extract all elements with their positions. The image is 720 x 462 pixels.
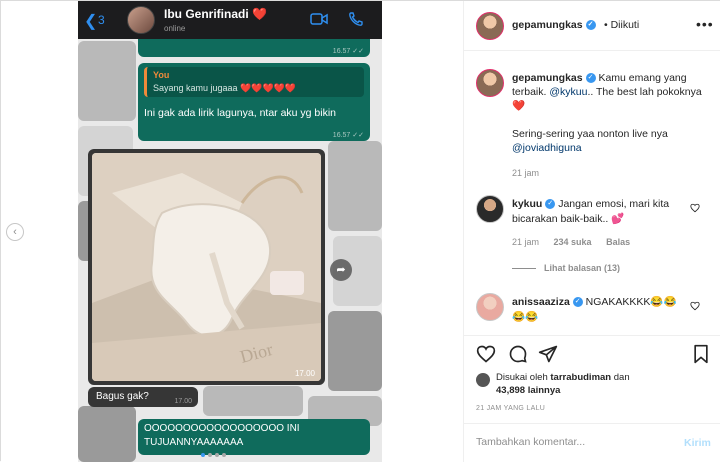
author-avatar[interactable] — [476, 12, 504, 40]
chat-message-reply: You Sayang kamu jugaaa ❤️❤️❤️❤️❤️ Ini ga… — [138, 63, 370, 141]
post-media-area: ‹ ❮ 3 Ibu Genrifinadi ❤️ online 16.57 ✓✓… — [1, 1, 463, 462]
comment-input[interactable] — [476, 436, 656, 448]
commenter-avatar[interactable] — [476, 293, 504, 321]
carousel-indicator — [201, 449, 229, 460]
like-heart-icon[interactable] — [476, 344, 496, 364]
verified-badge-icon: ✓ — [585, 20, 596, 31]
commenter-avatar[interactable] — [476, 195, 504, 223]
chat-message-in: Bagus gak? 17.00 — [88, 387, 198, 407]
comment-time: 21 jam — [512, 237, 540, 247]
add-comment-form: Kirim — [464, 423, 720, 462]
caption-author-avatar[interactable] — [476, 69, 504, 97]
verified-badge-icon: ✓ — [545, 199, 556, 210]
heart-emoji: ❤️ — [252, 7, 267, 21]
phone-call-icon[interactable] — [348, 11, 364, 27]
save-bookmark-icon[interactable] — [692, 344, 710, 364]
caption-text: gepamungkas ✓ Kamu emang yang terbaik. @… — [512, 72, 702, 154]
comment-meta: 21 jam 234 suka Balas — [512, 237, 642, 247]
verified-badge-icon: ✓ — [585, 73, 596, 84]
commenter-username[interactable]: anissaaziza — [512, 296, 570, 308]
comment-like-icon[interactable] — [690, 301, 700, 311]
post-date[interactable]: 21 JAM YANG LALU — [476, 405, 545, 412]
whatsapp-screenshot: ❮ 3 Ibu Genrifinadi ❤️ online 16.57 ✓✓ Y… — [78, 1, 382, 462]
author-username[interactable]: gepamungkas ✓ — [512, 19, 596, 31]
carousel-dot[interactable] — [222, 453, 226, 457]
carousel-dot[interactable] — [215, 453, 219, 457]
chat-message-out-last: OOOOOOOOOOOOOOOOOO INI TUJUANNYAAAAAAA — [138, 419, 370, 455]
mention-link[interactable]: @kykuu — [549, 86, 587, 98]
photo-message[interactable]: Dior 17.00 — [88, 149, 325, 385]
action-bar — [464, 335, 720, 371]
chat-header: ❮ 3 Ibu Genrifinadi ❤️ online — [78, 1, 382, 39]
unread-count: 3 — [98, 13, 105, 27]
contact-status: online — [164, 24, 186, 33]
carousel-dot[interactable] — [201, 453, 205, 457]
video-call-icon[interactable] — [310, 12, 328, 26]
liker-username[interactable]: tarrabudiman — [550, 372, 611, 383]
instagram-post-modal: ‹ ❮ 3 Ibu Genrifinadi ❤️ online 16.57 ✓✓… — [0, 0, 720, 462]
share-send-icon[interactable] — [538, 344, 558, 364]
verified-badge-icon: ✓ — [572, 297, 583, 308]
chat-message-out: 16.57 ✓✓ — [138, 39, 370, 57]
message-text: Ini gak ada lirik lagunya, ntar aku yg b… — [144, 107, 337, 119]
bag-photo[interactable]: Dior 17.00 — [92, 153, 321, 381]
post-details-panel: gepamungkas ✓ • Diikuti ••• gepamungkas … — [463, 1, 720, 462]
contact-name[interactable]: Ibu Genrifinadi ❤️ — [164, 7, 267, 21]
quoted-message[interactable]: You Sayang kamu jugaaa ❤️❤️❤️❤️❤️ — [144, 67, 364, 97]
back-chevron-icon[interactable]: ❮ — [84, 11, 97, 31]
comment-likes[interactable]: 234 suka — [554, 237, 592, 247]
carousel-dot[interactable] — [208, 453, 212, 457]
saddle-bag-image: Dior — [92, 153, 321, 381]
liker-avatar[interactable] — [476, 373, 490, 387]
post-header: gepamungkas ✓ • Diikuti ••• — [464, 1, 720, 51]
follow-status[interactable]: • Diikuti — [604, 19, 639, 31]
more-options-icon[interactable]: ••• — [696, 16, 714, 32]
previous-arrow-icon[interactable]: ‹ — [6, 223, 24, 241]
photo-time: 17.00 — [294, 369, 315, 378]
caption-username[interactable]: gepamungkas — [512, 72, 583, 84]
mention-link[interactable]: @joviadhiguna — [512, 142, 582, 154]
forward-icon[interactable]: ➦ — [330, 259, 352, 281]
reply-button[interactable]: Balas — [606, 237, 630, 247]
contact-avatar[interactable] — [127, 6, 155, 34]
likes-count[interactable]: 43,898 lainnya — [496, 385, 560, 396]
commenter-username[interactable]: kykuu — [512, 198, 542, 210]
heart-emoji: 💕 — [611, 213, 625, 225]
comment-like-icon[interactable] — [690, 203, 700, 213]
heart-emoji: ❤️ — [512, 100, 526, 112]
post-comment-button[interactable]: Kirim — [684, 437, 711, 449]
caption-time: 21 jam — [512, 168, 540, 178]
comment-bubble-icon[interactable] — [508, 344, 528, 364]
view-replies-button[interactable]: Lihat balasan (13) — [512, 263, 620, 273]
